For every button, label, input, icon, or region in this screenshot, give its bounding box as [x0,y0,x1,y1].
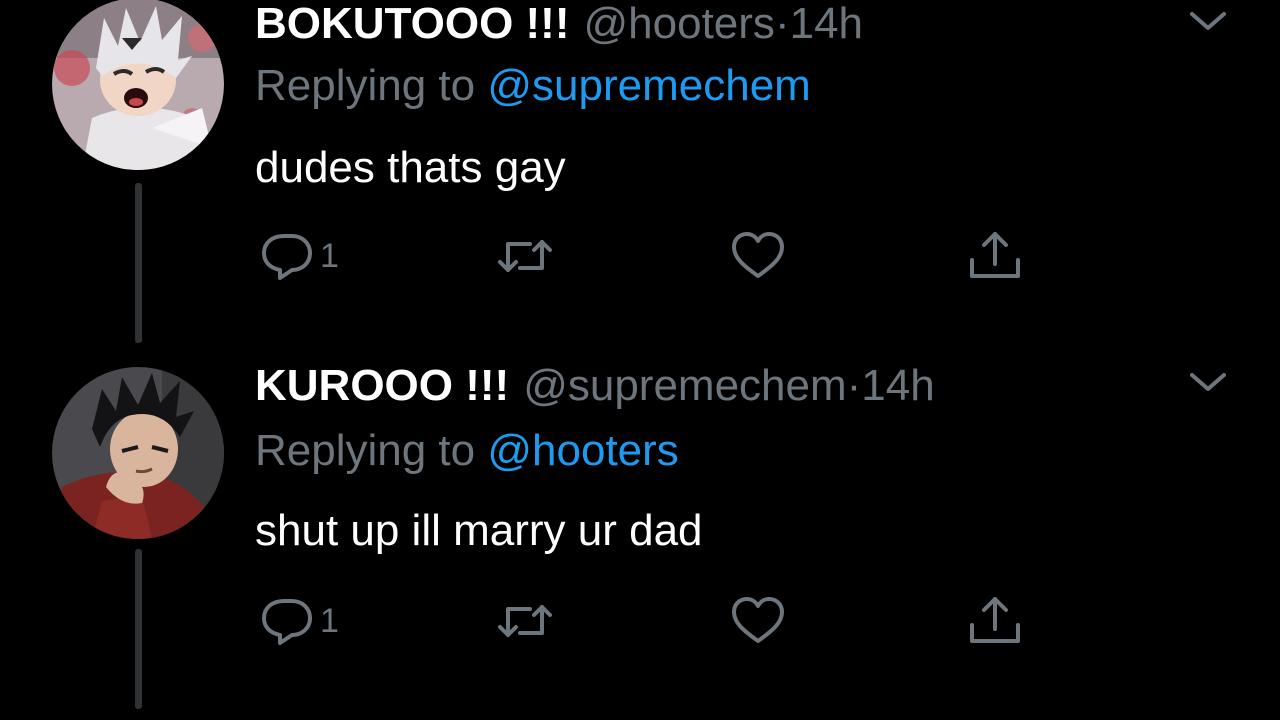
replying-to-handle[interactable]: @supremechem [487,61,810,110]
retweet-icon [498,605,552,637]
avatar-image [52,367,224,539]
like-button[interactable] [730,228,786,284]
tweet-header: KUROOO !!! @supremechem·14h [255,362,935,410]
like-icon [732,597,784,643]
tweet-text: dudes thats gay [255,143,566,192]
tweet-text: shut up ill marry ur dad [255,506,703,555]
replying-to: Replying to @hooters [255,427,679,475]
chevron-down-icon[interactable] [1186,369,1230,397]
display-name[interactable]: BOKUTOOO !!! [255,0,570,48]
tweet-header: BOKUTOOO !!! @hooters·14h [255,0,863,48]
separator-dot: · [774,0,790,48]
reply-icon [262,234,312,280]
like-icon [732,232,784,278]
share-icon [970,597,1020,643]
timeline: BOKUTOOO !!! @hooters·14h Replying to @su… [0,0,1280,720]
avatar-image [52,0,224,170]
share-button[interactable] [966,228,1024,284]
user-handle[interactable]: @supremechem [523,361,846,410]
replying-to: Replying to @supremechem [255,62,811,110]
user-handle[interactable]: @hooters [584,0,775,48]
tweet[interactable]: BOKUTOOO !!! @hooters·14h Replying to @su… [0,0,1280,358]
tweet[interactable]: KUROOO !!! @supremechem·14h Replying to @… [0,359,1280,719]
reply-count: 1 [320,236,339,275]
chevron-down-icon[interactable] [1186,8,1230,36]
display-name[interactable]: KUROOO !!! [255,361,509,410]
reply-icon [262,599,312,645]
separator-dot: · [846,361,862,410]
reply-button[interactable]: 1 [260,228,339,284]
tweet-actions: 1 [0,593,1280,653]
timestamp[interactable]: 14h [861,361,934,410]
like-button[interactable] [730,593,786,649]
reply-count: 1 [320,601,339,640]
replying-to-handle[interactable]: @hooters [487,426,678,475]
reply-button[interactable]: 1 [260,593,339,649]
avatar[interactable] [52,0,224,170]
share-icon [970,232,1020,278]
retweet-icon [498,240,552,272]
replying-prefix: Replying to [255,426,476,475]
timestamp[interactable]: 14h [790,0,863,48]
tweet-actions: 1 [0,228,1280,288]
avatar[interactable] [52,367,224,539]
share-button[interactable] [966,593,1024,649]
retweet-button[interactable] [494,593,556,649]
retweet-button[interactable] [494,228,556,284]
replying-prefix: Replying to [255,61,476,110]
